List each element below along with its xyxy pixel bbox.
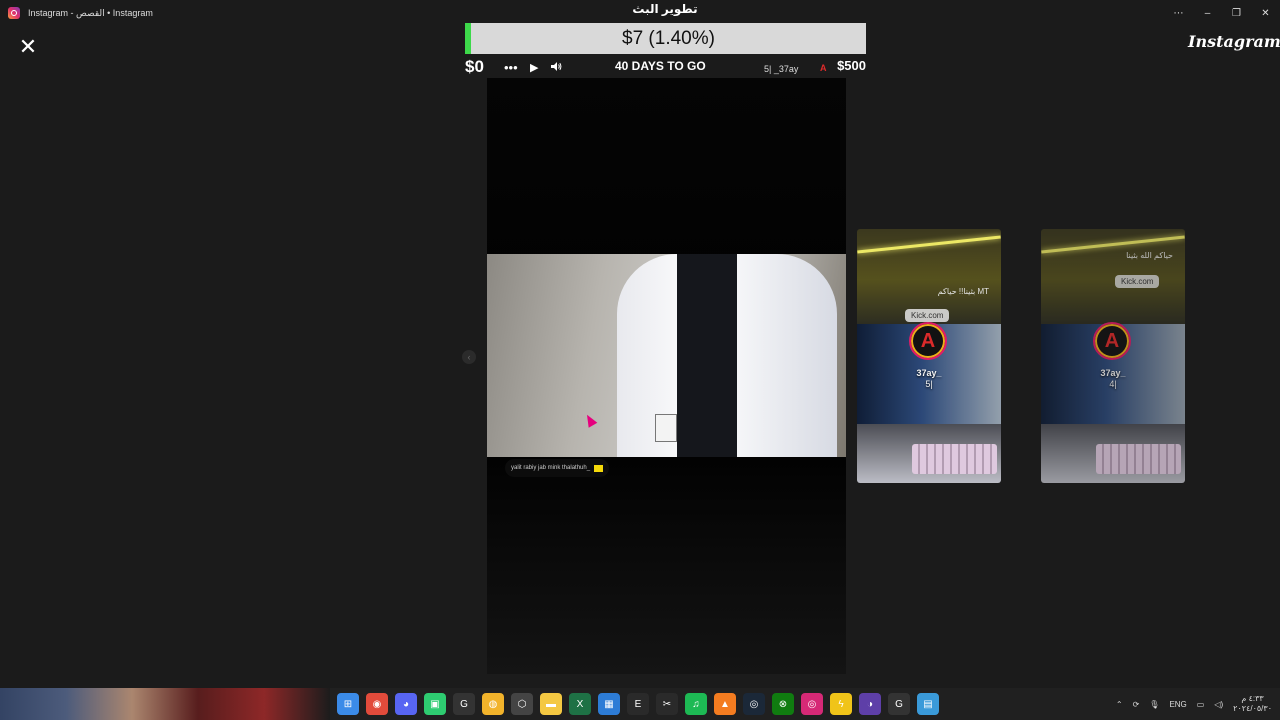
minimize-button[interactable]: – — [1193, 0, 1222, 26]
store-icon[interactable]: ▦ — [598, 693, 620, 715]
stream-goal-title: تطوير البث — [632, 2, 698, 16]
avatar: A — [909, 322, 947, 360]
preview-time: 4| — [1109, 379, 1117, 389]
excel-icon[interactable]: X — [569, 693, 591, 715]
avatar: A — [1093, 322, 1131, 360]
window-menu-button[interactable]: ⋯ — [1164, 0, 1193, 26]
speaker-icon[interactable]: ◁) — [1214, 700, 1223, 709]
preview-username: 37ay_ — [916, 368, 942, 378]
main-story[interactable]: yalit rabiy jab mink thalathuh_ — [487, 78, 846, 674]
goal-target-amount: $500 — [837, 58, 866, 73]
app-hex-icon[interactable]: ⬡ — [511, 693, 533, 715]
microphone-icon[interactable]: 🎙︎ — [1149, 700, 1159, 709]
epic-icon[interactable]: E — [627, 693, 649, 715]
language-indicator[interactable]: ENG — [1169, 700, 1186, 709]
preview-overlay-text: بثينا!! حياكم MT — [937, 287, 989, 296]
days-left-label: 40 DAYS TO GO — [615, 59, 706, 73]
tray-overflow-icon[interactable]: ⌃ — [1116, 700, 1123, 709]
preview-time: 5| — [925, 379, 933, 389]
goal-progress-bar: $7 (1.40%) — [465, 23, 866, 54]
close-icon[interactable]: ✕ — [17, 36, 39, 58]
discord-icon[interactable]: ◕ — [395, 693, 417, 715]
folder-icon[interactable]: ▬ — [540, 693, 562, 715]
caption-text: yalit rabiy jab mink thalathuh_ — [511, 465, 591, 471]
goal-start-amount: $0 — [465, 57, 484, 76]
photos-icon[interactable]: ▤ — [917, 693, 939, 715]
dark-shirt — [677, 254, 737, 457]
window-controls: ⋯ – ❐ ✕ — [1164, 0, 1280, 26]
preview-username: 37ay_ — [1100, 368, 1126, 378]
goal-info-row: $0 ••• ▶ 40 DAYS TO GO 5| _37ay A $500 — [465, 56, 866, 78]
story-caption: yalit rabiy jab mink thalathuh_ — [505, 459, 610, 477]
app-g2-icon[interactable]: G — [888, 693, 910, 715]
story-preview-1[interactable]: بثينا!! حياكم MT Kick.com A 37ay_ 5| — [857, 229, 1001, 483]
xbox-icon[interactable]: ⊗ — [772, 693, 794, 715]
instagram-taskbar-icon[interactable]: ◎ — [801, 693, 823, 715]
volume-icon[interactable] — [551, 62, 562, 71]
keyboard — [1096, 444, 1181, 474]
steam-icon[interactable]: ◎ — [743, 693, 765, 715]
story-photo — [487, 254, 846, 457]
sync-icon[interactable]: ⟳ — [1133, 700, 1140, 709]
clock-date: ٢٠٢٤/٠٥/٣٠ — [1233, 704, 1272, 713]
goal-progress-text: $7 (1.40%) — [622, 27, 715, 49]
link-sticker: Kick.com — [1115, 275, 1160, 288]
neon-light — [857, 235, 1001, 254]
mouse-cursor-icon — [582, 412, 598, 428]
start-icon[interactable]: ⊞ — [337, 693, 359, 715]
sticker-icon — [594, 464, 604, 472]
top-donor: 5| _37ay — [764, 64, 799, 74]
capcut-icon[interactable]: ✂ — [656, 693, 678, 715]
clock[interactable]: ٤:٣٣ م ٢٠٢٤/٠٥/٣٠ — [1233, 694, 1272, 714]
maximize-button[interactable]: ❐ — [1222, 0, 1251, 26]
wallpaper-peek — [0, 688, 330, 720]
app-g-icon[interactable]: G — [453, 693, 475, 715]
link-sticker: Kick.com — [905, 309, 950, 322]
chrome-icon[interactable]: ◉ — [366, 693, 388, 715]
preview-overlay-text: حياكم الله بثينا — [1126, 251, 1173, 260]
network-icon[interactable]: ▭ — [1197, 700, 1205, 709]
previous-story-button[interactable]: ‹ — [462, 350, 476, 364]
window-title: Instagram - القصص • Instagram — [28, 7, 153, 18]
play-button[interactable]: ▶ — [530, 61, 538, 74]
clock-time: ٤:٣٣ م — [1241, 694, 1264, 703]
id-badge — [655, 414, 677, 442]
system-tray: ⌃ ⟳ 🎙︎ ENG ▭ ◁) ٤:٣٣ م ٢٠٢٤/٠٥/٣٠ — [1116, 688, 1272, 720]
instagram-logo[interactable]: Instagram — [1188, 32, 1280, 51]
story-preview-2[interactable]: حياكم الله بثينا Kick.com A 37ay_ 4| — [1041, 229, 1185, 483]
app-yellow-icon[interactable]: ◍ — [482, 693, 504, 715]
instagram-app-icon — [8, 7, 20, 19]
app-orange-icon[interactable]: ▲ — [714, 693, 736, 715]
spotify-icon[interactable]: ♫ — [685, 693, 707, 715]
app-lightning-icon[interactable]: ϟ — [830, 693, 852, 715]
taskbar-icons: ⊞ ◉ ◕ ▣ G ◍ ⬡ ▬ X ▦ E ✂ ♫ ▲ ◎ ⊗ ◎ ϟ ◑ G ▤ — [337, 693, 939, 715]
keyboard — [912, 444, 997, 474]
more-options-button[interactable]: ••• — [504, 60, 518, 75]
kick-logo-icon: A — [820, 63, 827, 73]
taskbar: ⊞ ◉ ◕ ▣ G ◍ ⬡ ▬ X ▦ E ✂ ♫ ▲ ◎ ⊗ ◎ ϟ ◑ G ▤ ⌃ ⟳ 🎙︎ ENG ▭ ◁) ٤:… — [0, 688, 1280, 720]
app-purple-icon[interactable]: ◑ — [859, 693, 881, 715]
desktop: Instagram - القصص • Instagram ⋯ – ❐ ✕ تط… — [0, 0, 1280, 720]
window-close-button[interactable]: ✕ — [1251, 0, 1280, 26]
app-green-icon[interactable]: ▣ — [424, 693, 446, 715]
